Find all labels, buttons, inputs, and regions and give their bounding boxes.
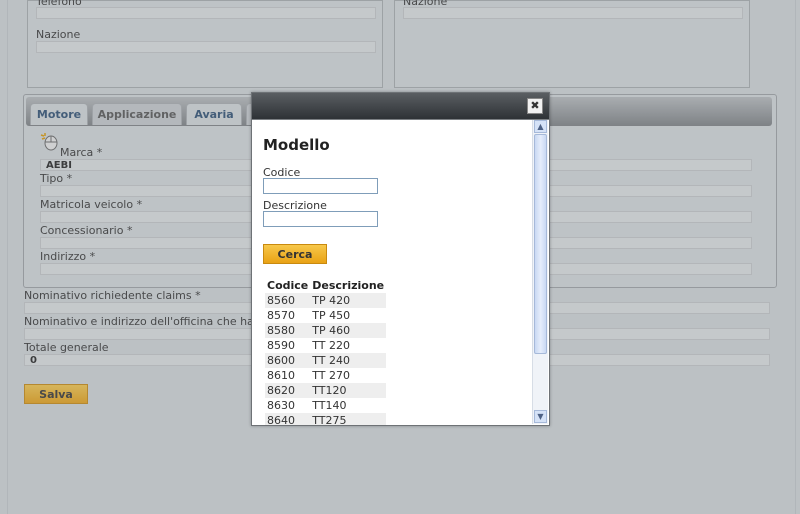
cell-desc: TT 240 (310, 353, 387, 368)
cell-desc: TP 420 (310, 293, 387, 308)
table-row[interactable]: 8600 TT 240 (265, 353, 387, 368)
cell-code: 8630 (265, 398, 311, 413)
codice-input[interactable] (263, 178, 378, 194)
table-row[interactable]: 8590 TT 220 (265, 338, 387, 353)
close-icon[interactable]: ✖ (527, 98, 543, 114)
dialog-scrollbar[interactable]: ▲ ▼ (532, 120, 548, 424)
cell-code: 8620 (265, 383, 311, 398)
table-row[interactable]: 8620 TT120 (265, 383, 387, 398)
table-header-row: Codice Descrizione (265, 278, 386, 293)
table-row[interactable]: 8560 TP 420 (265, 293, 387, 308)
cell-code: 8590 (265, 338, 311, 353)
table-row[interactable]: 8580 TP 460 (265, 323, 387, 338)
dialog-titlebar[interactable]: ✖ (252, 93, 549, 120)
table-row[interactable]: 8610 TT 270 (265, 368, 387, 383)
cerca-button[interactable]: Cerca (263, 244, 327, 264)
dialog-title: Modello (263, 136, 330, 154)
descrizione-input[interactable] (263, 211, 378, 227)
chevron-up-icon[interactable]: ▲ (534, 120, 547, 133)
modello-dialog: ✖ Modello Codice Descrizione Cerca Codic… (251, 92, 550, 426)
cell-desc: TT 270 (310, 368, 387, 383)
scrollbar-thumb[interactable] (534, 134, 547, 354)
cell-code: 8600 (265, 353, 311, 368)
chevron-down-icon[interactable]: ▼ (534, 410, 547, 423)
cell-desc: TT275 (310, 413, 387, 425)
table-row[interactable]: 8640 TT275 (265, 413, 387, 425)
cell-desc: TT 220 (310, 338, 387, 353)
cell-code: 8580 (265, 323, 311, 338)
dialog-body: Modello Codice Descrizione Cerca Codice … (252, 120, 533, 425)
cell-code: 8570 (265, 308, 311, 323)
cell-code: 8610 (265, 368, 311, 383)
column-header-codice: Codice (267, 279, 309, 292)
cell-desc: TP 450 (310, 308, 387, 323)
column-header-descrizione: Descrizione (312, 279, 385, 292)
table-row[interactable]: 8570 TP 450 (265, 308, 387, 323)
cell-desc: TP 460 (310, 323, 387, 338)
cell-desc: TT140 (310, 398, 387, 413)
results-table: Codice Descrizione 8560 TP 420 8570 TP 450… (265, 278, 387, 425)
cell-code: 8560 (265, 293, 311, 308)
table-row[interactable]: 8630 TT140 (265, 398, 387, 413)
cell-code: 8640 (265, 413, 311, 425)
cell-desc: TT120 (310, 383, 387, 398)
